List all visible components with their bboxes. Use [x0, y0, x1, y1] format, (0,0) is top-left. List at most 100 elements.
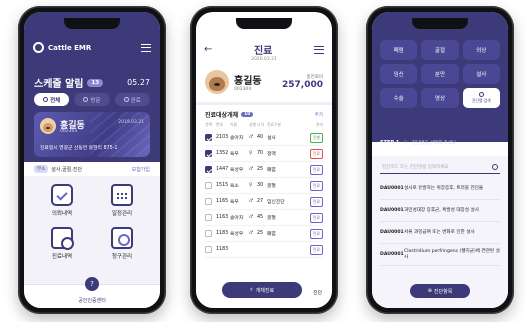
list-item[interactable]: DAU0001 설사로 유발하는 위장증후, 트러블 전단을 — [380, 178, 500, 200]
list-item[interactable]: DAU0001 서류 과잉급여 또는 변화로 인한 설사 — [380, 222, 500, 244]
category-1[interactable]: 골절 — [421, 40, 459, 60]
divider — [196, 102, 332, 105]
table-row[interactable]: 2103 송아지 ♂ 40 설사 진행 — [205, 130, 323, 146]
card-patient-id: 002304 — [60, 129, 78, 134]
table-row[interactable]: 1163 송아지 ♂ 45 골절 진료 — [205, 210, 323, 226]
row-action-button[interactable]: 진료 — [310, 164, 323, 175]
diagnosis-code: DAU0001 — [380, 208, 404, 213]
table-row[interactable]: 1352 육우 ♀ 70 정맥 진료 — [205, 146, 323, 162]
category-3[interactable]: 임신 — [380, 64, 418, 84]
search-icon[interactable] — [492, 164, 498, 170]
row-action-button[interactable]: 진료 — [310, 180, 323, 191]
menu-referrals-label: 의뢰내역 — [51, 211, 73, 217]
row-action-button[interactable]: 진료 — [310, 148, 323, 159]
page-title: 진료 — [253, 46, 273, 57]
insurance-link[interactable]: 보험가입 — [132, 166, 150, 173]
diagnosis-items-button[interactable]: ⊕ 진단항목 — [410, 284, 470, 298]
table-row[interactable]: 1165 육우 ♂ 27 임신진단 진료 — [205, 194, 323, 210]
table-row[interactable]: 1183 육성우 ♂ 25 폐렴 진료 — [205, 226, 323, 242]
row-age: 45 — [257, 215, 264, 220]
filter-visit[interactable]: 방문 — [74, 93, 110, 106]
search-placeholder: 진단코드 또는 진단명을 입력하세요. — [382, 165, 450, 170]
row-code: 1183 — [216, 247, 229, 252]
category-7[interactable]: 영상 — [421, 88, 459, 108]
category-6[interactable]: 수술 — [380, 88, 418, 108]
menu-icon[interactable] — [313, 45, 324, 54]
row-checkbox[interactable] — [205, 230, 212, 237]
list-item[interactable]: DAU0001 Clostridium perfringens (웰치균)에 연관… — [380, 244, 500, 266]
category-0[interactable]: 폐렴 — [380, 40, 418, 60]
group-treatment-button[interactable]: ⚕ 개체진료 — [222, 282, 302, 298]
row-action-button[interactable]: 진행 — [310, 132, 323, 143]
row-action-button[interactable]: 진료 — [310, 212, 323, 223]
col-sex: 성별 — [249, 122, 256, 127]
category-5[interactable]: 설사 — [462, 64, 500, 84]
table-row[interactable]: 1515 육소 ♀ 30 골절 진료 — [205, 178, 323, 194]
menu-schedule[interactable]: 일정관리 — [92, 184, 152, 217]
animal-table: 2103 송아지 ♂ 40 설사 진행 1352 육우 ♀ 70 정맥 진료 1447 육성우 ♂ 25 폐렴 진… — [205, 130, 323, 258]
certificate-label[interactable]: 공인인증센터 — [78, 297, 106, 304]
treatment-header: ← 진료 — [204, 42, 324, 57]
row-code: 1163 — [216, 215, 229, 220]
menu-icon[interactable] — [141, 43, 151, 52]
notch — [236, 18, 292, 29]
row-checkbox[interactable] — [205, 182, 212, 189]
col-select: 선택 — [205, 122, 212, 127]
row-checkbox[interactable] — [205, 214, 212, 221]
row-sex: ♀ — [249, 183, 253, 188]
menu-referrals[interactable]: 의뢰내역 — [32, 184, 92, 217]
table-header: 선택 번호 이름 성별 나이 진료구분 관리 — [205, 122, 323, 128]
row-category: 정맥 — [267, 152, 276, 157]
list-item[interactable]: DAU0001 과민성대장 증후군, 특발성 대장성 설사 — [380, 200, 500, 222]
row-checkbox[interactable] — [205, 150, 212, 157]
history-icon — [51, 227, 74, 250]
row-category: 골절 — [267, 216, 276, 221]
diagnosis-search-input[interactable]: 진단코드 또는 진단명을 입력하세요. — [380, 161, 500, 174]
row-name: 육소 — [230, 184, 239, 189]
category-2[interactable]: 외상 — [462, 40, 500, 60]
category-4[interactable]: 분만 — [421, 64, 459, 84]
row-checkbox[interactable] — [205, 134, 212, 141]
diagnosis-screen: 폐렴 골절 외상 임신 분만 설사 수술 영상 진단명 검색 STEP 1 ⓘ 진단명을 선택해… — [372, 12, 508, 308]
row-action-button[interactable]: 진료 — [310, 196, 323, 207]
row-sex: ♂ — [249, 231, 254, 236]
col-age: 나이 — [257, 122, 264, 127]
schedule-title: 스케줄 알림 13 — [34, 75, 104, 90]
row-category: 폐렴 — [267, 168, 276, 173]
row-code: 1352 — [216, 151, 229, 156]
notch — [64, 18, 120, 29]
filter-all-label: 전체 — [50, 97, 61, 104]
row-age: 25 — [257, 231, 264, 236]
row-action-button[interactable]: 진료 — [310, 228, 323, 239]
add-link[interactable]: 추가 — [315, 112, 323, 118]
schedule-count-badge: 13 — [87, 78, 104, 87]
row-sex: ♀ — [249, 151, 253, 156]
category-8[interactable]: 진단명 검색 — [462, 88, 500, 108]
schedule-card[interactable]: 홍길동 002304 2019.03.21 진료일시 영광군 산동면 봉현리 8… — [34, 112, 150, 157]
row-action-button[interactable]: 진료 — [310, 244, 323, 255]
all-icon — [43, 97, 49, 102]
diagnosis-body: 진단코드 또는 진단명을 입력하세요. DAU0001 설사로 유발하는 위장증후… — [372, 156, 508, 308]
row-sex: ♂ — [249, 215, 254, 220]
row-age: 25 — [257, 167, 264, 172]
target-section-header: 진료대상개체 10 추가 — [205, 110, 323, 119]
menu-claims[interactable]: 청구관리 — [92, 227, 152, 260]
category-label: 설사 — [476, 72, 487, 78]
back-arrow-icon[interactable]: ← — [204, 44, 212, 55]
row-sex: ♂ — [249, 167, 254, 172]
category-label: 수술 — [393, 96, 404, 102]
row-checkbox[interactable] — [205, 198, 212, 205]
schedule-title-text: 스케줄 알림 — [34, 79, 84, 90]
phone-home: Cattle EMR 스케줄 알림 13 05.27 전체 방문 완료 홍길동 … — [18, 6, 166, 314]
menu-history[interactable]: 진료내역 — [32, 227, 92, 260]
diagnosis-code: DAU0001 — [380, 186, 404, 191]
diagnosis-list: DAU0001 설사로 유발하는 위장증후, 트러블 전단을 DAU0001 과민성대… — [380, 178, 500, 266]
table-row[interactable]: 1183 진료 — [205, 242, 323, 258]
table-row[interactable]: 1447 육성우 ♂ 25 폐렴 진료 — [205, 162, 323, 178]
filter-all[interactable]: 전체 — [34, 93, 70, 106]
certificate-button[interactable]: ? — [85, 277, 99, 291]
row-age: 70 — [257, 151, 264, 156]
filter-done[interactable]: 완료 — [114, 93, 150, 106]
row-checkbox[interactable] — [205, 246, 212, 253]
row-checkbox[interactable] — [205, 166, 212, 173]
